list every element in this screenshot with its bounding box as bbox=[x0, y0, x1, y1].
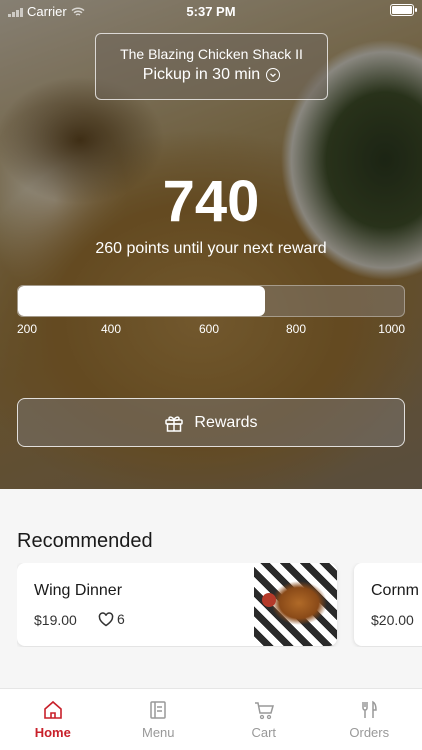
tab-menu[interactable]: Menu bbox=[106, 689, 212, 750]
rewards-progress-bar bbox=[17, 285, 405, 317]
tick-label: 200 bbox=[17, 322, 38, 336]
battery-icon bbox=[390, 4, 417, 16]
tab-cart[interactable]: Cart bbox=[211, 689, 317, 750]
recommended-card[interactable]: Cornm $20.00 bbox=[354, 563, 422, 646]
tab-label: Orders bbox=[349, 725, 390, 740]
item-name: Cornm bbox=[371, 582, 420, 599]
recommended-carousel[interactable]: Wing Dinner $19.00 6 Cornm $20.00 bbox=[17, 563, 422, 647]
item-price: $19.00 bbox=[34, 612, 77, 628]
pickup-label: Pickup in 30 min bbox=[142, 66, 261, 83]
gift-icon bbox=[165, 415, 184, 432]
rewards-progress-fill bbox=[18, 286, 266, 316]
tab-label: Menu bbox=[141, 725, 175, 740]
tick-label: 400 bbox=[101, 322, 122, 336]
tick-label: 1000 bbox=[378, 322, 405, 336]
orders-icon bbox=[362, 700, 378, 718]
progress-ticks: 200 400 600 800 1000 bbox=[17, 322, 405, 338]
home-icon bbox=[43, 700, 62, 719]
chevron-down-icon bbox=[266, 68, 281, 82]
item-likes: 6 bbox=[98, 611, 125, 627]
store-selector[interactable]: The Blazing Chicken Shack II Pickup in 3… bbox=[95, 33, 328, 100]
tab-home[interactable]: Home bbox=[0, 689, 106, 750]
tick-label: 800 bbox=[286, 322, 307, 336]
rewards-button-label: Rewards bbox=[194, 413, 258, 431]
bottom-tab-bar: Home Menu Cart Orders bbox=[0, 688, 422, 750]
likes-count: 6 bbox=[117, 611, 125, 627]
status-bar: Carrier 5:37 PM bbox=[0, 0, 422, 22]
tab-label: Home bbox=[34, 725, 71, 740]
clock: 5:37 PM bbox=[186, 4, 236, 19]
wing-dinner-image bbox=[254, 563, 337, 646]
item-name: Wing Dinner bbox=[34, 582, 123, 599]
item-price: $20.00 bbox=[371, 612, 414, 628]
points-until-reward: 260 points until your next reward bbox=[95, 240, 327, 257]
store-name: The Blazing Chicken Shack II bbox=[120, 46, 303, 62]
cart-icon bbox=[254, 702, 274, 720]
heart-icon bbox=[98, 611, 114, 626]
tick-label: 600 bbox=[199, 322, 220, 336]
rewards-button[interactable]: Rewards bbox=[17, 398, 405, 447]
hero-banner: Carrier 5:37 PM The Blazing Chicken Shac… bbox=[0, 0, 422, 489]
recommended-card[interactable]: Wing Dinner $19.00 6 bbox=[17, 563, 337, 646]
menu-icon bbox=[150, 701, 166, 719]
tab-orders[interactable]: Orders bbox=[317, 689, 422, 750]
pickup-time: Pickup in 30 min bbox=[96, 66, 327, 84]
points-balance: 740 bbox=[162, 169, 260, 234]
tab-label: Cart bbox=[251, 725, 277, 740]
recommended-title: Recommended bbox=[17, 530, 153, 552]
